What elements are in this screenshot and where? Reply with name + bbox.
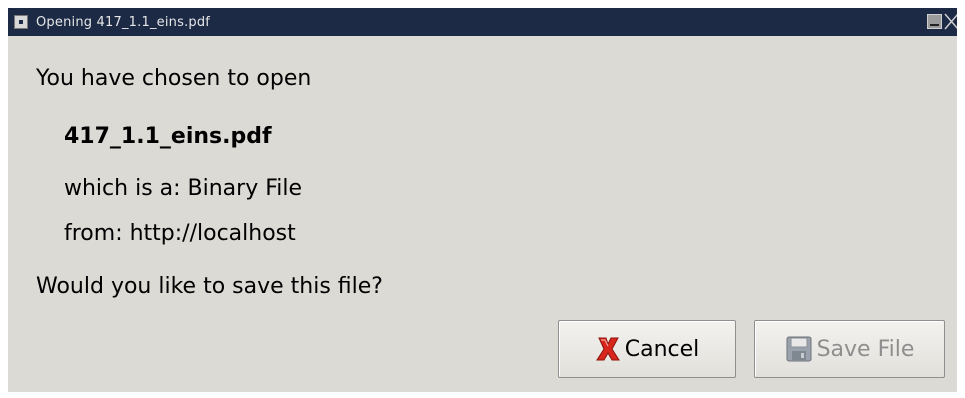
file-name: 417_1.1_eins.pdf (64, 124, 272, 149)
save-question: Would you like to save this file? (36, 274, 383, 299)
close-icon (944, 13, 957, 30)
window-controls (927, 13, 957, 30)
file-open-dialog-window: Opening 417_1.1_eins.pdf You have chosen… (0, 0, 965, 398)
floppy-disk-icon (785, 335, 813, 363)
cancel-button[interactable]: Cancel (558, 320, 736, 378)
title-bar[interactable]: Opening 417_1.1_eins.pdf (8, 8, 957, 36)
save-file-button-label: Save File (816, 336, 915, 362)
minimize-button[interactable] (927, 14, 942, 29)
close-button[interactable] (944, 13, 957, 30)
window-menu-icon[interactable] (14, 15, 28, 29)
intro-text: You have chosen to open (36, 66, 312, 91)
dialog-body: You have chosen to open 417_1.1_eins.pdf… (8, 36, 957, 392)
cancel-button-label: Cancel (624, 336, 700, 362)
file-type-line: which is a: Binary File (64, 176, 303, 201)
file-source-line: from: http://localhost (64, 221, 296, 246)
cancel-x-icon (595, 334, 621, 364)
save-file-button[interactable]: Save File (754, 320, 945, 378)
window-title: Opening 417_1.1_eins.pdf (36, 14, 211, 30)
